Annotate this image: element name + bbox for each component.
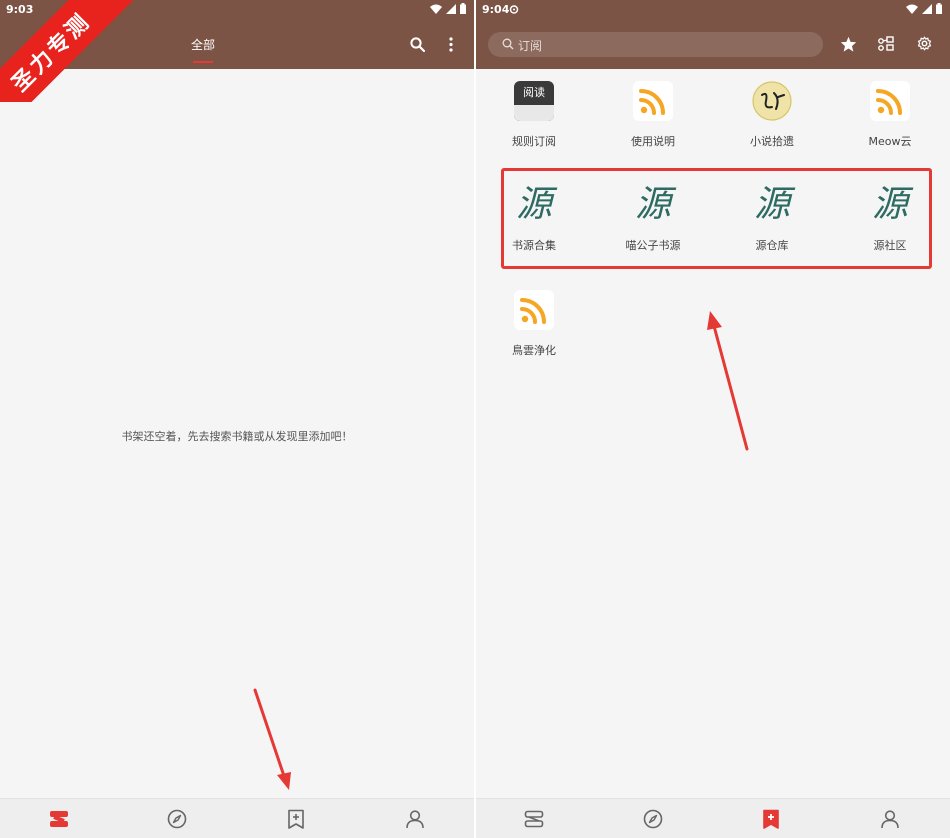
subscription-label: Meow云 — [868, 135, 912, 148]
battery-icon — [460, 3, 466, 14]
subscription-item[interactable]: 鳥雲浄化 — [484, 290, 584, 358]
status-time: 9:03 — [6, 3, 34, 16]
search-icon — [502, 38, 514, 50]
nav-discover[interactable] — [166, 808, 188, 830]
rss-icon — [870, 81, 910, 121]
nav-subscribe[interactable] — [285, 808, 307, 830]
notification-icon — [509, 4, 519, 17]
top-app-bar: 9:04 订阅 — [476, 0, 950, 69]
subscription-item[interactable]: 阅读 规则订阅 — [484, 81, 584, 149]
more-vert-icon[interactable] — [448, 37, 454, 52]
nav-discover[interactable] — [642, 808, 664, 830]
bookshelf-screen: 9:03 全部 书架还空着，先去搜索书籍或从发现里添加吧！ — [0, 0, 474, 838]
nav-profile[interactable] — [404, 808, 426, 830]
rule-source-icon[interactable] — [878, 35, 895, 52]
status-time: 9:04 — [482, 3, 510, 16]
tab-all[interactable]: 全部 — [182, 36, 224, 53]
status-bar: 9:04 — [476, 0, 950, 20]
subscription-screen: 9:04 订阅 阅读 规则订阅 使用说明 小说拾遗 Meow云 源 书源合集 源… — [476, 0, 950, 838]
system-icons — [430, 3, 466, 14]
wifi-icon — [430, 4, 442, 14]
subscription-label: 使用说明 — [631, 135, 675, 148]
search-icon[interactable] — [410, 37, 425, 52]
bottom-navigation — [0, 798, 474, 838]
read-app-icon: 阅读 — [514, 81, 554, 121]
battery-icon — [936, 3, 942, 14]
subscription-item[interactable]: 小说拾遗 — [722, 81, 822, 149]
nav-bookshelf[interactable] — [48, 808, 70, 830]
status-bar: 9:03 — [0, 0, 474, 20]
annotation-highlight-box — [501, 168, 932, 269]
nav-subscribe[interactable] — [760, 808, 782, 830]
screen: 9:03 全部 书架还空着，先去搜索书籍或从发现里添加吧！ 9:04 订阅 阅读… — [0, 0, 950, 838]
tab-indicator — [193, 61, 213, 63]
search-placeholder: 订阅 — [518, 39, 543, 53]
nav-bookshelf[interactable] — [523, 808, 545, 830]
wifi-icon — [906, 4, 918, 14]
bottom-navigation — [476, 798, 950, 838]
top-app-bar: 9:03 全部 — [0, 0, 474, 69]
star-icon[interactable] — [840, 36, 857, 52]
rss-icon — [514, 290, 554, 330]
subscription-item[interactable]: 使用说明 — [603, 81, 703, 149]
subscription-label: 规则订阅 — [512, 135, 556, 148]
signal-icon — [446, 3, 456, 14]
subscription-item[interactable]: Meow云 — [840, 81, 940, 149]
read-icon-text: 阅读 — [523, 86, 545, 99]
signal-icon — [922, 3, 932, 14]
system-icons — [906, 3, 942, 14]
subscription-label: 鳥雲浄化 — [512, 344, 556, 357]
rss-icon — [633, 81, 673, 121]
novel-seal-icon — [752, 81, 792, 121]
settings-gear-icon[interactable] — [917, 36, 932, 51]
search-input[interactable]: 订阅 — [488, 32, 823, 57]
subscription-label: 小说拾遗 — [750, 135, 794, 148]
empty-bookshelf-message: 书架还空着，先去搜索书籍或从发现里添加吧！ — [121, 430, 353, 443]
nav-profile[interactable] — [879, 808, 901, 830]
